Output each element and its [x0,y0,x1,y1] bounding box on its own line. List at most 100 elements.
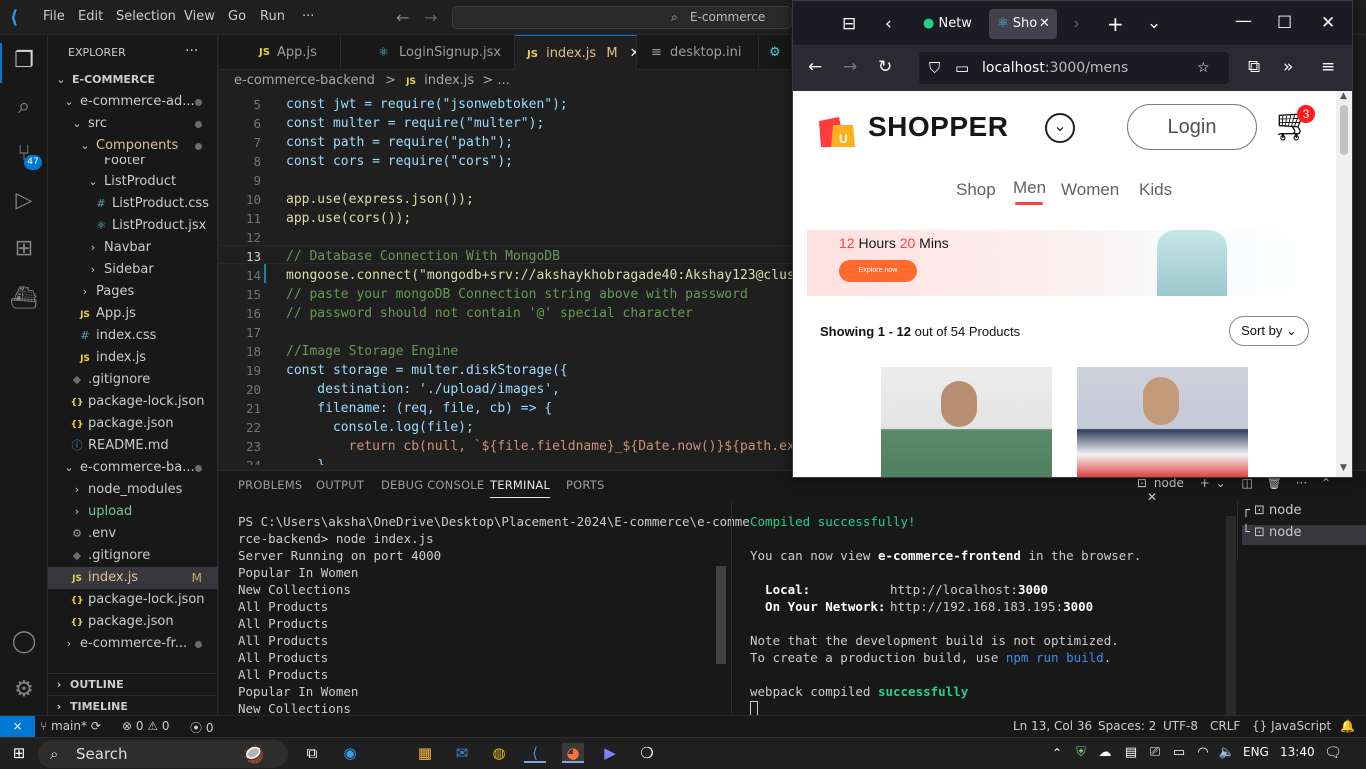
code-line[interactable]: const cors = require("cors"); [286,152,513,171]
menu-go[interactable]: Go [228,9,246,24]
command-center[interactable]: ⌕ E-commerce [452,6,792,29]
settings-gear-icon[interactable]: ⚙ [10,676,38,704]
sort-by-dropdown[interactable]: Sort by ⌄ [1229,316,1309,346]
wifi-icon[interactable]: ◠ [1192,743,1214,763]
tree-item[interactable]: ⌄ e-commerce-ad... [48,91,218,113]
tree-item[interactable]: # index.css [48,325,218,347]
menu-more[interactable]: ··· [302,9,314,24]
windows-start-icon[interactable]: ⊞ [8,743,30,763]
battery-icon[interactable]: ▭ [1168,743,1190,763]
tree-item[interactable]: ⌄ E-COMMERCE [48,69,218,91]
tree-item[interactable]: {} package-lock.json [48,391,218,413]
task-view-icon[interactable]: ⧉ [301,743,323,763]
maximize-icon[interactable]: ☐ [1277,13,1292,33]
tab-ports[interactable]: PORTS [566,478,604,492]
branch-item[interactable]: ⑂ main* ⟳ [40,719,101,733]
browser-tab-network[interactable]: ● Netw [913,9,981,39]
code-line[interactable]: //Image Storage Engine [286,342,458,361]
scroll-thumb[interactable] [1340,105,1348,155]
code-line[interactable]: app.use(cors()); [286,209,411,228]
forward-icon[interactable]: → [843,57,857,77]
vscode-taskbar-icon[interactable]: ⟨ [524,743,546,763]
code-line[interactable]: const storage = multer.diskStorage({ [286,361,568,380]
code-line[interactable]: const jwt = require("jsonwebtoken"); [286,95,568,114]
overflow-icon[interactable]: » [1283,57,1293,77]
back-arrow-icon[interactable]: ← [396,8,409,27]
minimize-icon[interactable]: — [1235,11,1252,31]
tab-dropdown-icon[interactable]: ⌄ [1147,13,1161,33]
tab-app-js[interactable]: JS App.js [219,35,341,70]
code-line[interactable]: app.use(express.json()); [286,190,474,209]
terminal-scrollbar-right[interactable] [1226,516,1236,716]
code-line[interactable]: } [286,456,325,465]
store-icon[interactable]: ▦ [414,743,436,763]
code-line[interactable]: destination: './upload/images', [286,380,560,399]
reload-icon[interactable]: ↻ [878,57,892,77]
tree-item[interactable]: › Pages [48,281,218,303]
edge-icon[interactable]: ◉ [339,743,361,763]
indentation[interactable]: Spaces: 2 [1098,719,1156,733]
language-indicator[interactable]: ENG [1243,745,1269,759]
tab-index-js[interactable]: JS index.js M ✕ [515,35,637,70]
tab-desktop-ini[interactable]: ≡ desktop.ini [637,35,759,70]
network-url[interactable]: http://192.168.183.195:3000 [890,598,1093,615]
breadcrumb-folder[interactable]: e-commerce-backend [234,73,375,88]
node-app-icon[interactable]: ❍ [636,743,658,763]
tree-item[interactable]: ⌄ Components [48,135,218,157]
terminal-right[interactable]: Compiled successfully! You can now view … [732,501,1227,717]
nav-shop[interactable]: Shop [956,180,996,200]
maximize-panel-icon[interactable]: ⌃ [1321,476,1331,490]
terminal-scrollbar[interactable] [716,566,726,664]
new-tab-icon[interactable]: + [1107,12,1124,36]
url-bar[interactable]: ⛉ ▭ localhost:3000/mens ☆ [919,52,1229,84]
code-line[interactable]: return cb(null, `${file.fieldname}_${Dat… [286,437,792,456]
app-icon[interactable]: ▶ [599,743,621,763]
trash-icon[interactable]: 🗑 [1267,476,1282,490]
remote-indicator[interactable]: ⨯ [0,716,35,738]
page-scrollbar[interactable]: ▲ ▼ [1336,91,1352,477]
code-line[interactable]: // paste your mongoDB Connection string … [286,285,748,304]
tree-item[interactable]: › node_modules [48,479,218,501]
breadcrumb-tail[interactable]: > ... [482,73,509,88]
close-icon[interactable]: ✕ [630,46,636,61]
tray-app-icon[interactable]: ▤ [1120,743,1142,763]
tree-item[interactable]: JS App.js [48,303,218,325]
notification-center-icon[interactable]: 🗨 [1322,743,1344,763]
tree-item[interactable]: › Sidebar [48,259,218,281]
tree-item[interactable]: ⚛ ListProduct.jsx [48,215,218,237]
tree-item[interactable]: ⌄ e-commerce-ba... [48,457,218,479]
language-mode[interactable]: {} JavaScript [1252,719,1331,733]
tab-output[interactable]: OUTPUT [316,478,364,492]
chevron-down-icon[interactable]: ⌄ [1216,476,1226,490]
chrome-icon[interactable]: ◍ [488,743,510,763]
taskbar-search[interactable]: ⌕ Search 🥥 [38,740,288,768]
encoding[interactable]: UTF-8 [1163,719,1198,733]
brand-name[interactable]: SHOPPER [868,111,1008,143]
menu-icon[interactable]: ≡ [1321,57,1335,77]
clock[interactable]: 13:40 [1280,745,1315,759]
timeline-section[interactable]: › TIMELINE [48,695,218,717]
volume-icon[interactable]: 🔈 [1216,743,1238,763]
tree-item[interactable]: ◆ .gitignore [48,369,218,391]
menu-view[interactable]: View [184,9,215,24]
tab-terminal[interactable]: TERMINAL [490,478,551,498]
scroll-right-icon[interactable]: › [1073,14,1080,34]
product-image[interactable] [1077,367,1248,477]
tree-item[interactable]: ⓘ README.md [48,435,218,457]
cloud-icon[interactable]: ☁ [1094,743,1116,763]
product-image[interactable] [881,367,1052,477]
split-terminal-icon[interactable]: ◫ [1241,476,1252,490]
explorer-more-icon[interactable]: ··· [185,43,198,59]
tree-item[interactable]: {} package-lock.json [48,589,218,611]
nav-women[interactable]: Women [1061,180,1119,200]
breadcrumb-file[interactable]: index.js [424,73,474,88]
mail-icon[interactable]: ✉ [451,743,473,763]
terminal-list-item[interactable]: ┌ ⊡ node [1242,503,1362,523]
tab-debug-console[interactable]: DEBUG CONSOLE [381,478,484,492]
terminal-left[interactable]: PS C:\Users\aksha\OneDrive\Desktop\Place… [219,501,750,716]
close-window-icon[interactable]: ✕ [1321,13,1335,33]
explore-now-button[interactable]: Explore now [839,260,917,282]
firefox-icon[interactable]: ◕ [562,743,584,763]
tree-item[interactable]: {} package.json [48,413,218,435]
outline-section[interactable]: › OUTLINE [48,673,218,695]
